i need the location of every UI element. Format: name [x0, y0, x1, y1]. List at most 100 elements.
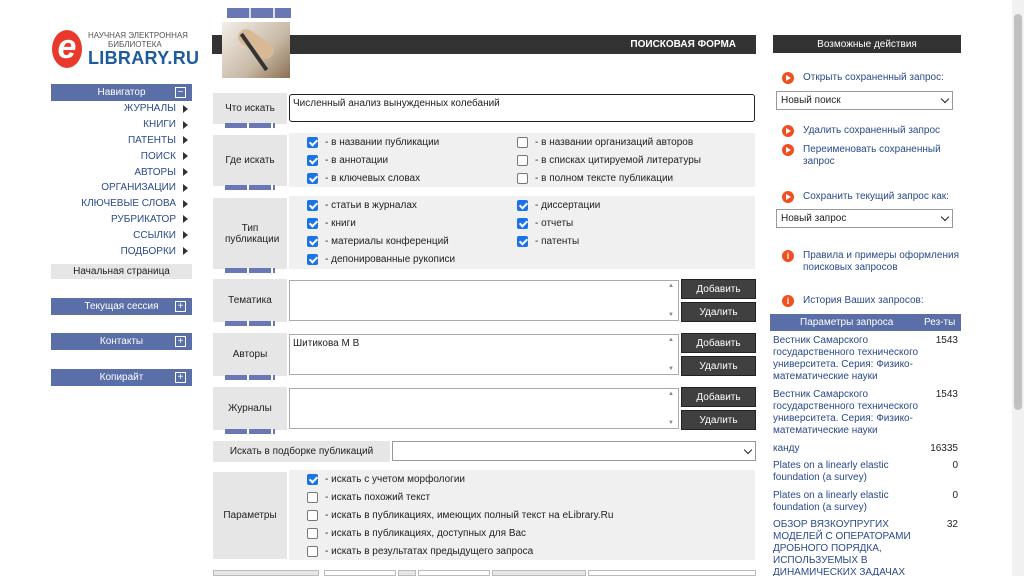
search-form-header: ПОИСКОВАЯ ФОРМА [212, 35, 756, 54]
bottom-row-cell [418, 570, 490, 576]
arrow-right-icon [183, 247, 188, 256]
section-current-session[interactable]: Текущая сессия + [51, 298, 192, 315]
nav-item-collections[interactable]: ПОДБОРКИ [51, 243, 192, 259]
history-row[interactable]: ОБЗОР ВЯЗКОУПРУГИХ МОДЕЛЕЙ С ОПЕРАТОРАМИ… [773, 519, 958, 576]
checkbox-in-organizations[interactable]: - в названии организаций авторов [517, 137, 693, 148]
collection-label: Искать в подборке публикаций [213, 441, 390, 462]
info-icon: i [782, 295, 794, 307]
save-current-query-link[interactable]: Сохранить текущий запрос как: [782, 191, 949, 203]
nav-item-journals[interactable]: ЖУРНАЛЫ [51, 101, 192, 117]
bottom-row-cell [324, 570, 396, 576]
topic-input[interactable]: ▲ ▼ [289, 280, 679, 321]
chevron-down-icon [743, 445, 753, 454]
journals-remove-button[interactable]: Удалить [681, 410, 756, 430]
authors-add-button[interactable]: Добавить [681, 333, 756, 353]
query-history-link[interactable]: i История Ваших запросов: [782, 295, 924, 307]
checkbox-fulltext-available[interactable]: - искать в публикациях, имеющих полный т… [307, 510, 613, 521]
nav-item-keywords[interactable]: КЛЮЧЕВЫЕ СЛОВА [51, 196, 192, 212]
scrollbar-thumb[interactable] [1014, 14, 1022, 410]
type-label: Тип публикации [213, 198, 287, 273]
logo-line1: НАУЧНАЯ ЭЛЕКТРОННАЯ [88, 31, 188, 40]
checkbox-in-keywords[interactable]: - в ключевых словах [307, 173, 420, 184]
topic-label: Тематика [213, 279, 287, 326]
checkbox-books[interactable]: - книги [307, 218, 356, 229]
journals-label: Журналы [213, 387, 287, 434]
query-rules-link[interactable]: i Правила и примеры оформления поисковых … [782, 250, 962, 274]
arrow-right-icon [183, 199, 188, 208]
open-saved-query-link[interactable]: Открыть сохраненный запрос: [782, 72, 944, 84]
elibrary-logo[interactable]: e НАУЧНАЯ ЭЛЕКТРОННАЯ БИБЛИОТЕКА LIBRARY… [52, 28, 199, 72]
nav-item-search[interactable]: ПОИСК [51, 148, 192, 164]
decorative-stripe [227, 8, 291, 18]
section-contacts[interactable]: Контакты + [51, 333, 192, 350]
nav-item-authors[interactable]: АВТОРЫ [51, 164, 192, 180]
history-row[interactable]: Вестник Самарского государственного техн… [773, 389, 958, 437]
checkbox-in-title[interactable]: - в названии публикации [307, 137, 439, 148]
journals-input[interactable]: ▲ ▼ [289, 388, 679, 429]
play-icon [782, 125, 794, 137]
journals-add-button[interactable]: Добавить [681, 387, 756, 407]
navigator-list: ЖУРНАЛЫ КНИГИ ПАТЕНТЫ ПОИСК АВТОРЫ ОРГАН… [51, 101, 192, 259]
history-row[interactable]: Plates on a linearly elastic foundation … [773, 490, 958, 516]
arrow-right-icon [183, 136, 188, 145]
query-input[interactable]: Численный анализ вынужденных колебаний [289, 94, 755, 122]
where-label: Где искать [213, 135, 287, 190]
logo-brand: LIBRARY.RU [88, 48, 200, 68]
arrow-right-icon [183, 231, 188, 240]
info-icon: i [782, 250, 794, 262]
checkbox-reports[interactable]: - отчеты [517, 218, 573, 229]
checkbox-patents[interactable]: - патенты [517, 236, 579, 247]
topic-remove-button[interactable]: Удалить [681, 302, 756, 322]
checkbox-in-abstract[interactable]: - в аннотации [307, 155, 388, 166]
arrow-right-icon [183, 215, 188, 224]
bottom-row-cell [398, 570, 416, 576]
save-query-select[interactable]: Новый запрос [776, 209, 953, 228]
collection-select[interactable] [392, 441, 756, 461]
checkbox-conference[interactable]: - материалы конференций [307, 236, 449, 247]
expand-icon[interactable]: + [175, 301, 186, 312]
checkbox-similar-text[interactable]: - искать похожий текст [307, 492, 430, 503]
authors-label: Авторы [213, 333, 287, 380]
history-row[interactable]: канду 16335 [773, 443, 958, 457]
header-photo [222, 22, 290, 78]
nav-item-books[interactable]: КНИГИ [51, 117, 192, 133]
arrow-right-icon [183, 120, 188, 129]
checkbox-previous-results[interactable]: - искать в результатах предыдущего запро… [307, 546, 533, 557]
checkbox-in-references[interactable]: - в списках цитируемой литературы [517, 155, 701, 166]
open-saved-select[interactable]: Новый поиск [776, 91, 953, 110]
arrow-right-icon [183, 152, 188, 161]
checkbox-in-fulltext[interactable]: - в полном тексте публикации [517, 173, 673, 184]
checkbox-morphology[interactable]: - искать с учетом морфологии [307, 474, 465, 485]
nav-item-links[interactable]: ССЫЛКИ [51, 227, 192, 243]
checkbox-dissertations[interactable]: - диссертации [517, 200, 600, 211]
authors-input[interactable]: Шитикова М В ▲ ▼ [289, 334, 679, 375]
nav-item-patents[interactable]: ПАТЕНТЫ [51, 133, 192, 149]
collapse-icon[interactable]: − [175, 87, 186, 98]
checkbox-deposited[interactable]: - депонированные рукописи [307, 254, 455, 265]
rename-saved-query-link[interactable]: Переименовать сохраненный запрос [782, 144, 962, 168]
home-page-link[interactable]: Начальная страница [51, 264, 192, 279]
history-row[interactable]: Plates on a linearly elastic foundation … [773, 460, 958, 486]
play-icon [782, 144, 794, 156]
logo-letter: e [52, 30, 82, 68]
topic-add-button[interactable]: Добавить [681, 279, 756, 299]
chevron-down-icon [940, 212, 950, 222]
delete-saved-query-link[interactable]: Удалить сохраненный запрос [782, 125, 940, 137]
expand-icon[interactable]: + [175, 336, 186, 347]
nav-item-organizations[interactable]: ОРГАНИЗАЦИИ [51, 180, 192, 196]
checkbox-accessible[interactable]: - искать в публикациях, доступных для Ва… [307, 528, 526, 539]
actions-header: Возможные действия [773, 35, 961, 53]
expand-icon[interactable]: + [175, 372, 186, 383]
section-copyright[interactable]: Копирайт + [51, 369, 192, 386]
nav-item-rubricator[interactable]: РУБРИКАТОР [51, 212, 192, 228]
arrow-right-icon [183, 183, 188, 192]
bottom-row-cell [492, 570, 586, 576]
play-icon [782, 191, 794, 203]
navigator-header[interactable]: Навигатор − [51, 84, 192, 101]
checkbox-journal-articles[interactable]: - статьи в журналах [307, 200, 417, 211]
navigator-title: Навигатор [97, 87, 146, 98]
history-row[interactable]: Вестник Самарского государственного техн… [773, 335, 958, 383]
authors-remove-button[interactable]: Удалить [681, 356, 756, 376]
play-icon [782, 72, 794, 84]
page-scrollbar[interactable] [1012, 0, 1024, 576]
